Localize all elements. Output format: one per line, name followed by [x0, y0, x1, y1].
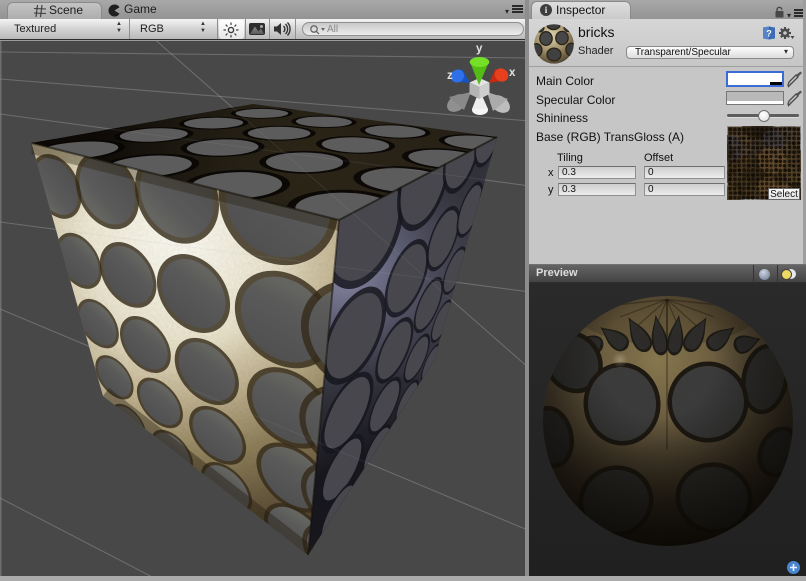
svg-text:y: y — [476, 43, 483, 55]
svg-text:?: ? — [766, 29, 772, 39]
svg-text:x: x — [509, 67, 516, 79]
svg-text:z: z — [447, 70, 453, 82]
